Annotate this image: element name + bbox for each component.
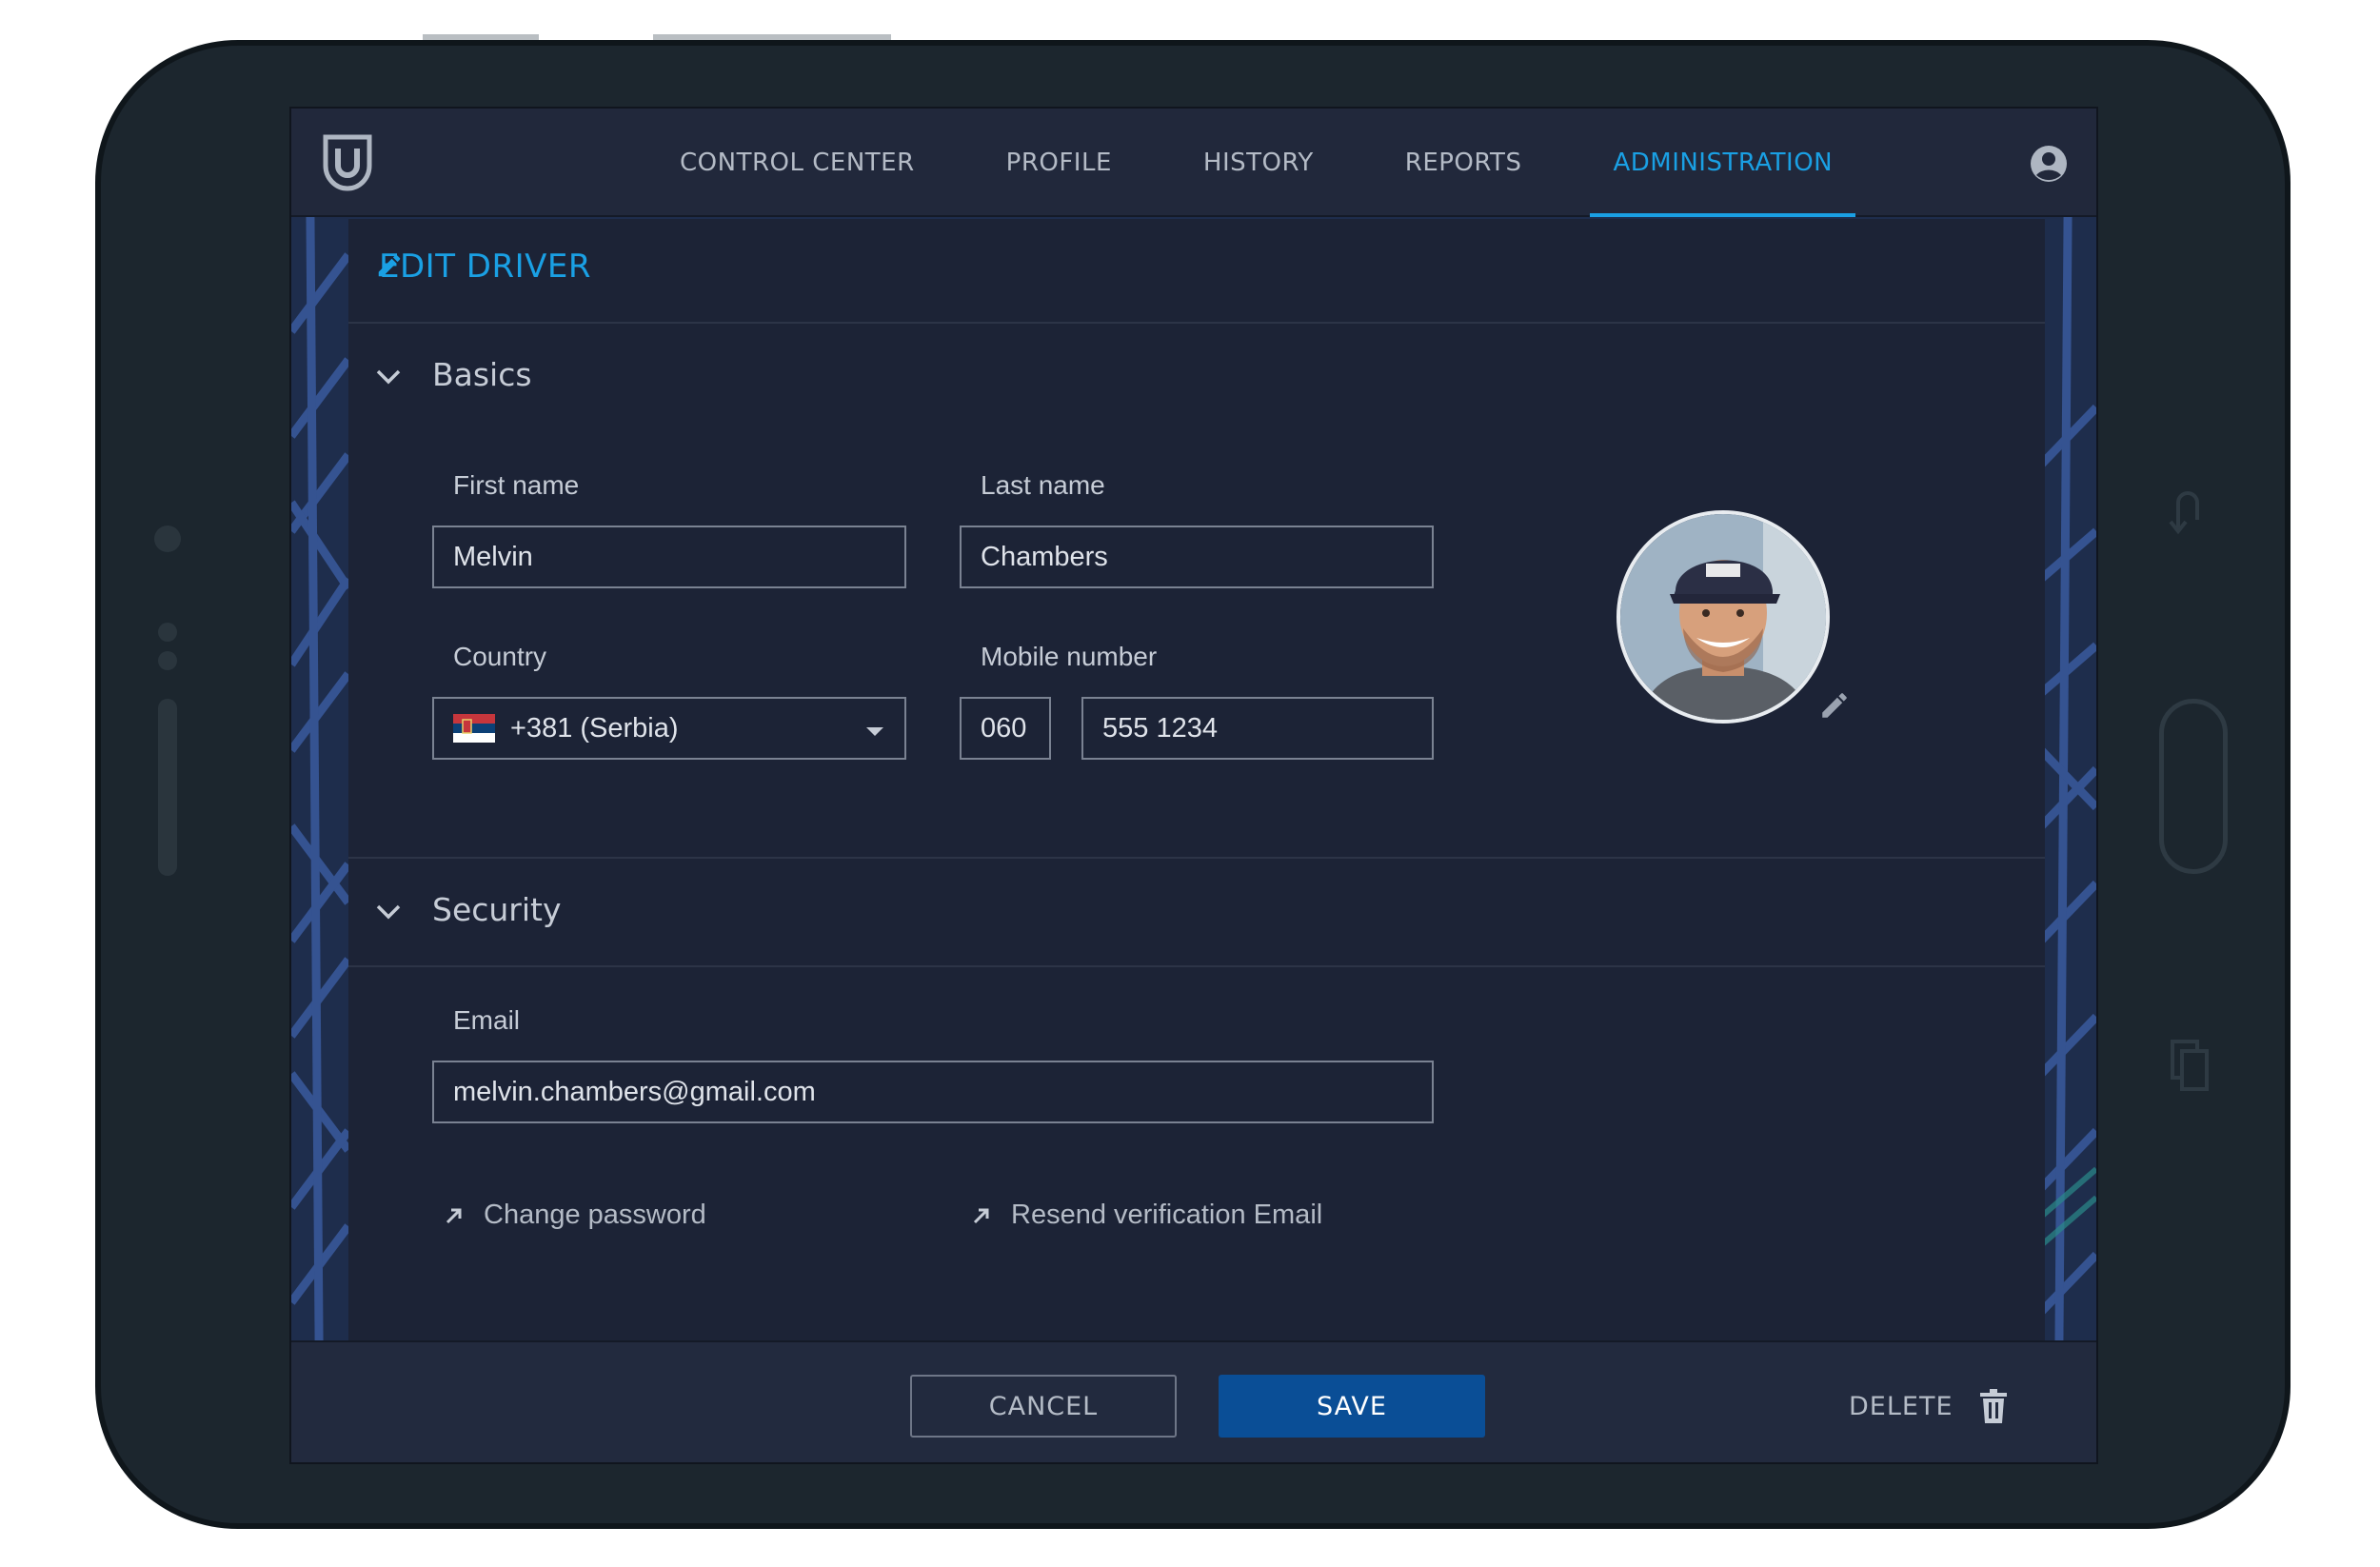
back-icon (2169, 491, 2199, 535)
email-field[interactable]: melvin.chambers@gmail.com (432, 1061, 1434, 1123)
dropdown-caret-icon (866, 727, 883, 736)
sensor-dot (158, 651, 177, 670)
email-label: Email (453, 1005, 521, 1035)
action-footer: CANCEL SAVE DELETE (291, 1340, 2096, 1462)
brand-logo-icon (323, 134, 372, 191)
mobile-number-label: Mobile number (981, 642, 1158, 671)
hardware-button (423, 34, 539, 40)
save-button[interactable]: SAVE (1219, 1375, 1485, 1438)
section-title-basics[interactable]: Basics (432, 356, 532, 393)
serbia-flag-icon (453, 714, 495, 743)
chevron-down-icon[interactable] (375, 367, 402, 387)
country-select[interactable]: +381 (Serbia) (432, 697, 906, 760)
resend-verification-label: Resend verification Email (1011, 1200, 1323, 1230)
hardware-button (653, 34, 891, 40)
edit-photo-icon[interactable] (1818, 689, 1851, 722)
last-name-field[interactable]: Chambers (960, 526, 1434, 588)
divider (348, 857, 2045, 859)
driver-photo (1620, 514, 1826, 720)
arrow-up-right-icon (973, 1208, 989, 1223)
change-password-label: Change password (484, 1200, 706, 1230)
country-label: Country (453, 642, 547, 671)
divider (348, 965, 2045, 967)
recent-apps-icon (2171, 1040, 2209, 1091)
change-password-link[interactable]: Change password (444, 1200, 706, 1231)
mobile-number-field[interactable]: 555 1234 (1081, 697, 1434, 760)
nav-history[interactable]: HISTORY (1158, 109, 1359, 217)
delete-button[interactable]: DELETE (1849, 1375, 2049, 1438)
camera-dot (154, 526, 181, 552)
first-name-label: First name (453, 470, 580, 500)
nav-administration[interactable]: ADMINISTRATION (1567, 109, 1878, 217)
app-screen: CONTROL CENTER PROFILE HISTORY REPORTS A… (289, 107, 2098, 1464)
divider (348, 322, 2045, 324)
home-button (2159, 699, 2228, 874)
last-name-label: Last name (981, 470, 1105, 500)
page-title: EDIT DRIVER (379, 248, 591, 286)
speaker-bar (158, 699, 177, 876)
section-title-security[interactable]: Security (432, 891, 562, 928)
top-navigation: CONTROL CENTER PROFILE HISTORY REPORTS A… (291, 109, 2096, 217)
arrow-up-right-icon (446, 1208, 462, 1223)
edit-driver-panel (348, 219, 2045, 1449)
delete-label: DELETE (1849, 1391, 1954, 1421)
resend-verification-link[interactable]: Resend verification Email (971, 1200, 1322, 1231)
user-account-icon[interactable] (2030, 145, 2068, 183)
sensor-dot (158, 623, 177, 642)
trash-icon (1979, 1389, 2007, 1423)
nav-profile[interactable]: PROFILE (961, 109, 1158, 217)
nav-control-center[interactable]: CONTROL CENTER (634, 109, 961, 217)
nav-reports[interactable]: REPORTS (1359, 109, 1568, 217)
first-name-field[interactable]: Melvin (432, 526, 906, 588)
cancel-button[interactable]: CANCEL (910, 1375, 1177, 1438)
chevron-down-icon[interactable] (375, 903, 402, 922)
mobile-prefix-field[interactable]: 060 (960, 697, 1051, 760)
country-value: +381 (Serbia) (510, 712, 679, 744)
avatar[interactable] (1616, 510, 1830, 724)
main-nav: CONTROL CENTER PROFILE HISTORY REPORTS A… (634, 109, 1878, 217)
